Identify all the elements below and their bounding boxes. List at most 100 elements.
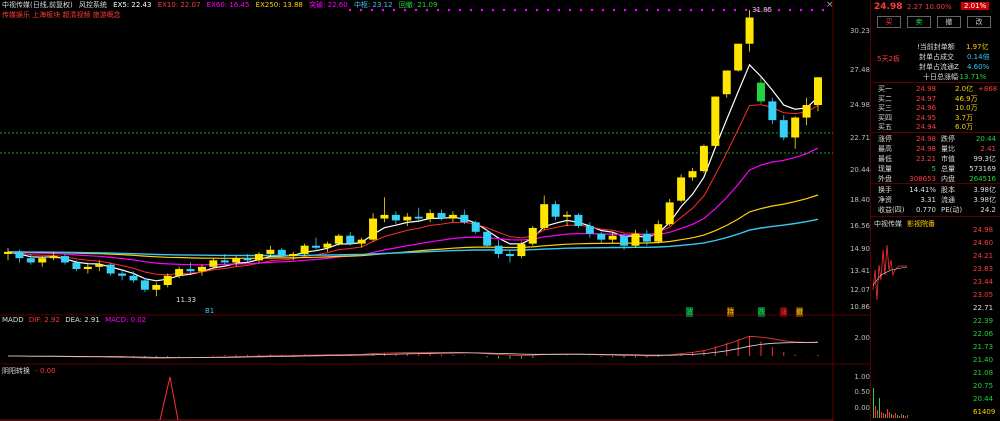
stat-val: 4.60%: [967, 63, 990, 71]
concept-tags: 传媒娱乐 上海板块 超清视频 旅游概念: [2, 11, 121, 19]
mini-volume-bar: [883, 413, 884, 418]
indicator3-value: - 0.00: [35, 367, 56, 375]
fundamental-row: 换手 14.41% 股本 3.98亿: [878, 186, 996, 194]
chart-close-icon[interactable]: ×: [826, 0, 834, 10]
macd-value: MACD: 0.02: [105, 316, 147, 324]
ob-name: 买五: [878, 123, 892, 131]
ma-line: [7, 104, 819, 276]
ob-vol: 10.0万: [955, 104, 978, 112]
candle: [677, 174, 686, 203]
tab-film[interactable]: 影视院番: [907, 219, 935, 229]
mini-axis-tick: 23.05: [973, 291, 994, 299]
limit-tag: 5天2板: [877, 55, 900, 63]
cancel-button[interactable]: 撤: [937, 16, 961, 28]
signal-dot: [568, 8, 572, 12]
marker-cancel: 撤: [796, 307, 803, 317]
candle: [631, 229, 640, 248]
modify-button[interactable]: 改: [967, 16, 991, 28]
stat-key: !当前封单额: [917, 43, 955, 51]
ma-ex60: EX60: 16.45: [206, 1, 250, 9]
candle: [665, 198, 674, 227]
signal-dot: [656, 8, 660, 12]
mini-axis-tick: 24.60: [973, 239, 994, 247]
buy-button[interactable]: 买: [877, 16, 901, 28]
price-tick: 24.98: [849, 101, 870, 109]
fundamental-row: 净资 3.31 流通 3.98亿: [878, 196, 996, 204]
ma-ex10: EX10: 22.07: [157, 1, 201, 9]
ob-vol: 3.7万: [955, 113, 974, 122]
signal-dot: [667, 8, 671, 12]
signal-dot: [480, 8, 484, 12]
tab-stock[interactable]: 中视传媒: [874, 219, 902, 229]
candle: [563, 211, 572, 227]
order-book-row[interactable]: 买四 24.95 3.7万: [871, 113, 1000, 123]
mini-axis-tick: 24.21: [973, 252, 994, 260]
ob-vol: 2.0亿: [955, 85, 974, 93]
ob-extra: +868: [978, 85, 998, 93]
stat-val: -13.71%: [957, 73, 987, 81]
signal-dot: [513, 8, 517, 12]
ma-ex250: EX250: 13.88: [255, 1, 303, 9]
mini-volume-bar: [891, 414, 892, 418]
mini-volume-bar: [877, 410, 878, 418]
signal-dot: [502, 8, 506, 12]
main-chart[interactable]: [0, 0, 870, 421]
order-book-row[interactable]: 买三 24.96 10.0万: [871, 103, 1000, 113]
quote-panel: 2.01% 24.98 2.27 10.00% 买 卖 撤 改 !当前封单额 1…: [870, 0, 1000, 421]
fundamental-row: 收益(四) 0.770 PE(动) 24.2: [878, 206, 996, 214]
dif-line: [7, 335, 819, 359]
candle: [266, 245, 275, 257]
candle: [483, 229, 492, 248]
ind3-tick: 1.00: [854, 373, 870, 381]
candle: [551, 200, 560, 221]
signal-dot: [777, 8, 781, 12]
candle: [323, 241, 332, 252]
quote-row: 涨停 24.98 跌停 20.44: [878, 135, 996, 143]
ob-price: 24.97: [916, 94, 937, 103]
ob-vol: 46.9万: [955, 94, 978, 103]
ob-vol: 6.0万: [955, 123, 974, 131]
signal-dot: [447, 8, 451, 12]
price-tick: 14.90: [849, 245, 870, 253]
indicator3-label: 阴阳转换: [2, 367, 30, 375]
candle: [448, 211, 457, 223]
signal-dot: [744, 8, 748, 12]
ma-center: 中枢: 23.12: [353, 1, 393, 9]
ob-price: 24.96: [916, 104, 937, 112]
sell-button[interactable]: 卖: [907, 16, 931, 28]
candle: [254, 251, 263, 263]
mini-volume-bar: [905, 416, 906, 418]
candle: [232, 256, 241, 267]
price-tick: 20.44: [849, 166, 870, 174]
order-book-row[interactable]: 买五 24.94 6.0万: [871, 122, 1000, 132]
mini-volume-bar: [879, 398, 880, 418]
mini-volume-bar: [895, 413, 896, 418]
candle: [574, 213, 583, 228]
order-book-row[interactable]: 买二 24.97 46.9万: [871, 94, 1000, 104]
candle: [505, 249, 514, 263]
price-tick: 27.48: [849, 66, 870, 74]
signal-dot: [689, 8, 693, 12]
ob-price: 24.94: [916, 123, 937, 131]
ma-breakout: 突破: 22.60: [309, 1, 348, 9]
price-tick: 12.07: [849, 286, 870, 294]
signal-dot: [700, 8, 704, 12]
candle: [802, 97, 811, 126]
ind3-tick: 0.50: [854, 388, 870, 396]
price-tick: 13.41: [849, 267, 870, 275]
candle: [300, 243, 309, 257]
candle: [140, 278, 149, 293]
macd-title: MADD DIF: 2.92 DEA: 2.91 MACD: 0.02: [2, 316, 146, 324]
candle: [756, 77, 765, 104]
order-book-row[interactable]: 买一 24.98 2.0亿 +868: [871, 84, 1000, 94]
mini-axis-tick: 23.83: [973, 265, 994, 273]
candle: [403, 213, 412, 227]
ob-price: 24.98: [916, 85, 937, 93]
low-label: 11.33: [176, 296, 197, 304]
signal-dot: [799, 8, 803, 12]
signal-dot: [590, 8, 594, 12]
chart-header: 中视传媒(日线,前复权) 风控系统 EX5: 22.43 EX10: 22.07…: [2, 1, 441, 10]
signal-dot: [623, 8, 627, 12]
marker-wave: 波: [686, 307, 693, 317]
ob-name: 买三: [878, 104, 892, 112]
